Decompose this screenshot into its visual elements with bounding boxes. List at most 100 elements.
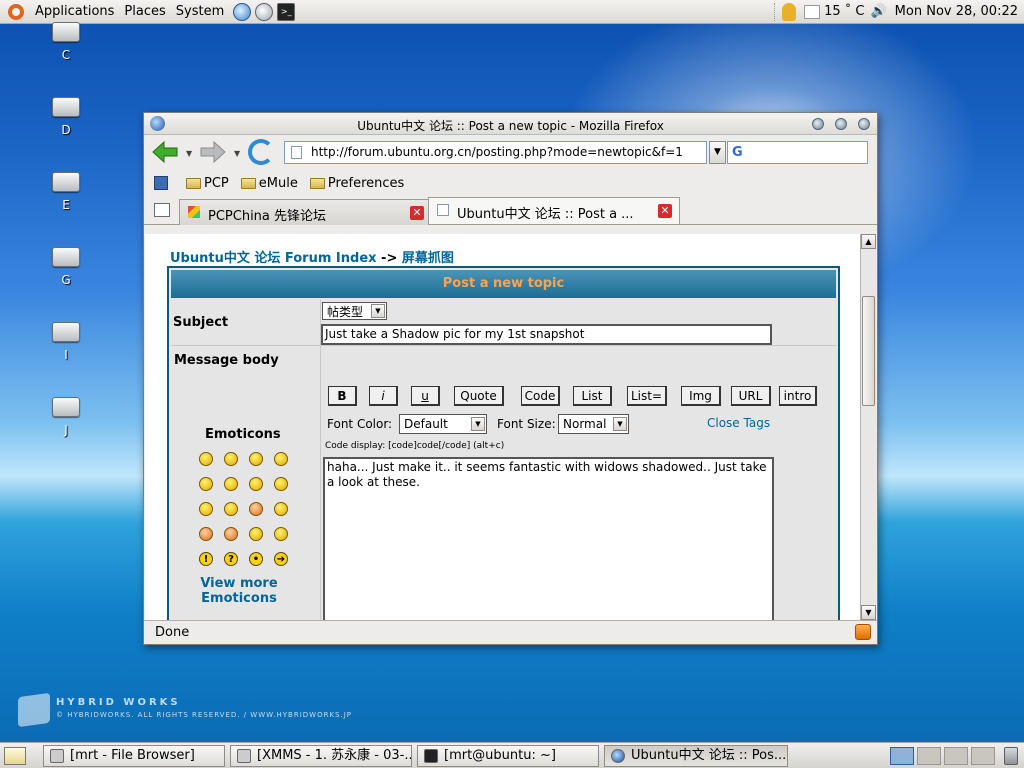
arrow-emoticon-icon[interactable]: ➔: [274, 552, 288, 566]
scroll-up-button[interactable]: ▲: [861, 234, 876, 249]
wink-emoticon-icon[interactable]: [274, 527, 288, 541]
desktop-drive-c[interactable]: C: [40, 22, 92, 62]
vertical-scrollbar[interactable]: ▲ ▼: [860, 234, 876, 620]
reload-icon[interactable]: [248, 139, 274, 165]
rolling-eyes-emoticon-icon[interactable]: [249, 527, 263, 541]
smile-emoticon-icon[interactable]: [224, 452, 238, 466]
workspace-3[interactable]: [944, 747, 968, 765]
terminal-launcher-icon[interactable]: >_: [277, 2, 296, 21]
close-tab-button[interactable]: ✕: [658, 204, 672, 218]
topic-type-select[interactable]: 帖类型 ▼: [322, 302, 387, 320]
close-tags-link[interactable]: Close Tags: [707, 416, 770, 430]
twisted-emoticon-icon[interactable]: [224, 527, 238, 541]
rss-feed-icon[interactable]: [855, 624, 871, 640]
confused-emoticon-icon[interactable]: [224, 477, 238, 491]
trash-icon[interactable]: [1004, 747, 1018, 765]
url-history-dropdown[interactable]: ▼: [709, 141, 726, 164]
weather-icon[interactable]: [804, 4, 821, 19]
task-terminal[interactable]: [mrt@ubuntu: ~]: [417, 745, 599, 767]
breadcrumb-current-forum-link[interactable]: 屏幕抓图: [402, 251, 454, 266]
minimize-button[interactable]: [812, 118, 824, 130]
user-switcher-icon[interactable]: [782, 2, 797, 21]
tab-ubuntu-forum[interactable]: Ubuntu中文 论坛 :: Post a ... ✕: [428, 197, 680, 224]
workspace-2[interactable]: [917, 747, 941, 765]
razz-emoticon-icon[interactable]: [224, 502, 238, 516]
clock[interactable]: Mon Nov 28, 00:22: [895, 4, 1018, 19]
desktop-drive-j[interactable]: J: [40, 397, 92, 437]
tab-pcpchina[interactable]: PCPChina 先锋论坛 ✕: [179, 199, 429, 225]
img-button[interactable]: Img: [681, 386, 721, 406]
font-color-select[interactable]: Default ▼: [399, 414, 487, 434]
drive-icon: [52, 397, 80, 417]
bookmark-preferences[interactable]: Preferences: [309, 176, 404, 191]
exclamation-emoticon-icon[interactable]: !: [199, 552, 213, 566]
very-happy-emoticon-icon[interactable]: [199, 452, 213, 466]
task-xmms[interactable]: [XMMS - 1. 苏永康 - 03-...: [230, 745, 412, 767]
window-titlebar[interactable]: Ubuntu中文 论坛 :: Post a new topic - Mozill…: [144, 113, 877, 135]
show-desktop-button[interactable]: [4, 747, 26, 765]
font-size-select[interactable]: Normal ▼: [558, 414, 629, 434]
workspace-1[interactable]: [890, 747, 914, 765]
close-tab-button[interactable]: ✕: [410, 206, 424, 220]
url-text[interactable]: http://forum.ubuntu.org.cn/posting.php?m…: [311, 145, 701, 159]
scroll-thumb[interactable]: [862, 296, 875, 406]
bookmark-emule[interactable]: eMule: [240, 176, 298, 191]
bottom-panel: [mrt - File Browser] [XMMS - 1. 苏永康 - 03…: [0, 742, 1024, 768]
menu-places[interactable]: Places: [119, 4, 170, 19]
close-window-button[interactable]: [858, 118, 870, 130]
question-emoticon-icon[interactable]: ?: [224, 552, 238, 566]
desktop-drive-d[interactable]: D: [40, 97, 92, 137]
workspace-4[interactable]: [971, 747, 995, 765]
scroll-down-button[interactable]: ▼: [861, 605, 876, 620]
view-more-emoticons-link[interactable]: View more Emoticons: [189, 576, 289, 606]
subject-input[interactable]: Just take a Shadow pic for my 1st snapsh…: [321, 324, 772, 345]
forward-arrow-icon[interactable]: [200, 141, 226, 163]
code-button[interactable]: Code: [521, 386, 560, 406]
list-button[interactable]: List: [573, 386, 612, 406]
desktop-drive-g[interactable]: G: [40, 247, 92, 287]
desktop-drive-e[interactable]: E: [40, 172, 92, 212]
web-browser-launcher-icon[interactable]: [233, 2, 252, 21]
bookmark-pcp[interactable]: PCP: [186, 176, 229, 191]
message-textarea[interactable]: haha... Just make it.. it seems fantasti…: [323, 457, 774, 620]
back-history-dropdown[interactable]: ▼: [186, 149, 192, 158]
mad-emoticon-icon[interactable]: [199, 502, 213, 516]
maximize-button[interactable]: [835, 118, 847, 130]
desktop-drive-i[interactable]: I: [40, 322, 92, 362]
bold-button[interactable]: B: [328, 386, 357, 406]
ubuntu-logo-icon[interactable]: [8, 3, 24, 20]
surprised-emoticon-icon[interactable]: [274, 452, 288, 466]
mail-launcher-icon[interactable]: [255, 2, 274, 21]
new-tab-icon[interactable]: [154, 203, 170, 217]
firefox-icon: [611, 749, 625, 763]
intro-button[interactable]: intro: [779, 386, 817, 406]
bookmarks-icon[interactable]: [154, 176, 168, 190]
task-file-browser[interactable]: [mrt - File Browser]: [43, 745, 225, 767]
breadcrumb-forum-index-link[interactable]: Ubuntu中文 论坛 Forum Index: [170, 251, 377, 266]
menu-applications[interactable]: Applications: [30, 4, 119, 19]
laughing-emoticon-icon[interactable]: [274, 477, 288, 491]
volume-icon[interactable]: 🔊: [870, 4, 886, 19]
search-input[interactable]: G: [727, 141, 868, 164]
sad-emoticon-icon[interactable]: [249, 452, 263, 466]
idea-emoticon-icon[interactable]: •: [249, 552, 263, 566]
ordered-list-button[interactable]: List=: [627, 386, 667, 406]
crying-emoticon-icon[interactable]: [274, 502, 288, 516]
file-browser-icon: [50, 749, 64, 763]
url-button[interactable]: URL: [731, 386, 771, 406]
quote-button[interactable]: Quote: [454, 386, 504, 406]
underline-button[interactable]: u: [411, 386, 440, 406]
back-arrow-icon[interactable]: [152, 141, 178, 163]
evil-emoticon-icon[interactable]: [199, 527, 213, 541]
google-search-icon[interactable]: G: [732, 145, 743, 160]
temperature-readout[interactable]: 15 ˚ C: [824, 4, 864, 19]
forward-history-dropdown[interactable]: ▼: [234, 149, 240, 158]
shocked-emoticon-icon[interactable]: [199, 477, 213, 491]
cool-emoticon-icon[interactable]: [249, 477, 263, 491]
task-firefox[interactable]: Ubuntu中文 论坛 :: Pos...: [604, 745, 788, 767]
chevron-down-icon: ▼: [371, 304, 385, 318]
url-bar[interactable]: http://forum.ubuntu.org.cn/posting.php?m…: [284, 141, 707, 164]
italic-button[interactable]: i: [369, 386, 398, 406]
menu-system[interactable]: System: [171, 4, 229, 19]
embarrassed-emoticon-icon[interactable]: [249, 502, 263, 516]
